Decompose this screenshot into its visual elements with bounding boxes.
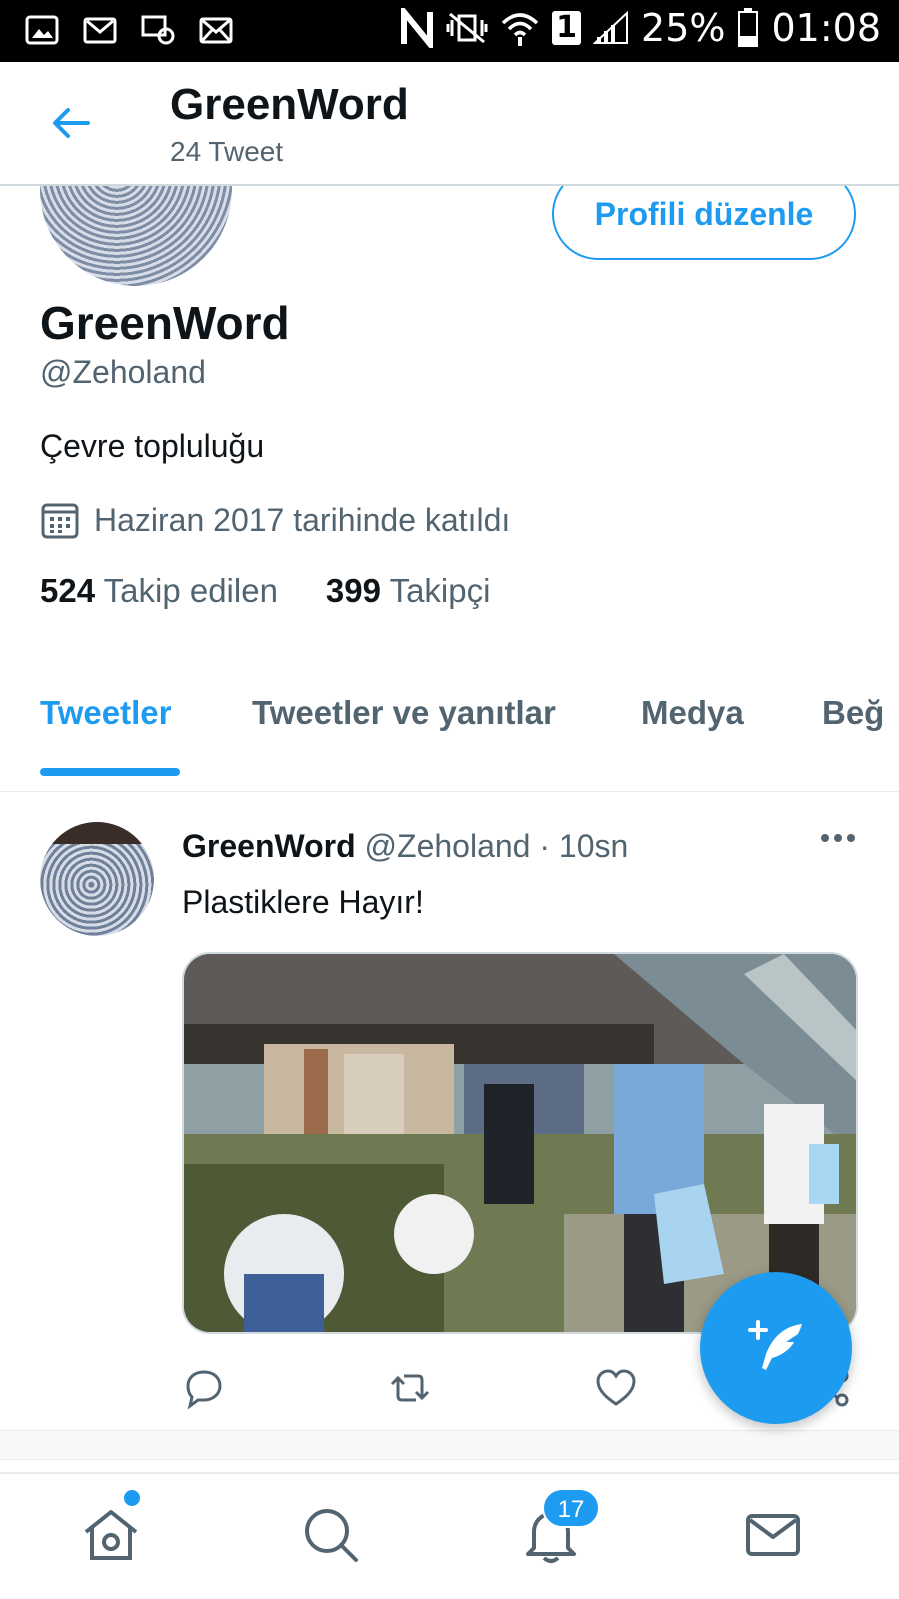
reply-icon[interactable] xyxy=(182,1366,226,1410)
messages-icon[interactable] xyxy=(742,1504,804,1566)
following-count: 524 xyxy=(40,572,96,609)
more-options-icon[interactable] xyxy=(820,828,856,848)
header-tweet-count: 24 Tweet xyxy=(170,136,284,167)
sim-slot-badge: 1 xyxy=(552,11,582,45)
active-tab-indicator xyxy=(40,768,180,776)
gmail-icon xyxy=(83,17,117,44)
following-label: Takip edilen xyxy=(103,572,278,609)
nfc-icon xyxy=(401,8,434,48)
followers-link[interactable]: 399 Takipçi xyxy=(326,572,491,610)
bottom-navigation: 17 xyxy=(0,1472,899,1599)
header-title: GreenWord xyxy=(170,80,409,129)
tweet-meta: @Zeholand · 10sn xyxy=(364,828,629,864)
search-icon[interactable] xyxy=(300,1504,362,1566)
tab-tweets[interactable]: Tweetler xyxy=(40,694,171,732)
like-icon[interactable] xyxy=(594,1366,638,1410)
retweet-icon[interactable] xyxy=(388,1366,432,1410)
signal-icon xyxy=(593,11,629,44)
follow-counts: 524 Takip edilen 399 Takipçi xyxy=(40,572,490,610)
followers-count: 399 xyxy=(325,572,381,609)
tab-media[interactable]: Medya xyxy=(641,694,744,732)
status-bar: 1 25% 01:08 xyxy=(0,0,899,62)
notifications-badge: 17 xyxy=(542,1488,600,1528)
home-icon[interactable] xyxy=(80,1504,142,1566)
battery-icon xyxy=(738,8,759,47)
tweet-author-name[interactable]: GreenWord xyxy=(182,828,356,864)
tab-likes[interactable]: Beğ xyxy=(822,694,884,732)
profile-avatar[interactable] xyxy=(40,186,232,286)
compose-tweet-button[interactable] xyxy=(700,1272,852,1424)
tweet-header: GreenWord @Zeholand · 10sn xyxy=(182,828,628,865)
mail-icon xyxy=(199,17,233,44)
home-new-dot xyxy=(124,1490,140,1506)
email-sync-icon xyxy=(141,15,175,45)
following-link[interactable]: 524 Takip edilen xyxy=(40,572,278,610)
tweet-text: Plastiklere Hayır! xyxy=(182,884,424,920)
joined-text: Haziran 2017 tarihinde katıldı xyxy=(94,501,511,538)
wifi-icon xyxy=(501,13,539,46)
tab-tweets-and-replies[interactable]: Tweetler ve yanıtlar xyxy=(252,694,556,732)
followers-label: Takipçi xyxy=(389,572,491,609)
profile-bio: Çevre topluluğu xyxy=(40,428,265,464)
profile-tabs: Tweetler Tweetler ve yanıtlar Medya Beğ xyxy=(0,680,899,792)
compose-feather-icon xyxy=(748,1320,802,1370)
back-arrow-icon[interactable] xyxy=(48,100,94,146)
calendar-icon xyxy=(41,503,79,539)
clock: 01:08 xyxy=(771,6,881,50)
profile-joined: Haziran 2017 tarihinde katıldı xyxy=(40,500,510,540)
battery-percent: 25% xyxy=(641,6,726,50)
gallery-icon xyxy=(25,15,59,45)
tweet-separator xyxy=(0,1430,899,1460)
tweet-avatar[interactable] xyxy=(40,822,154,936)
profile-name: GreenWord xyxy=(40,297,290,349)
profile-header-bar: GreenWord 24 Tweet xyxy=(0,62,899,186)
profile-handle: @Zeholand xyxy=(40,354,206,390)
vibrate-icon xyxy=(446,12,488,44)
